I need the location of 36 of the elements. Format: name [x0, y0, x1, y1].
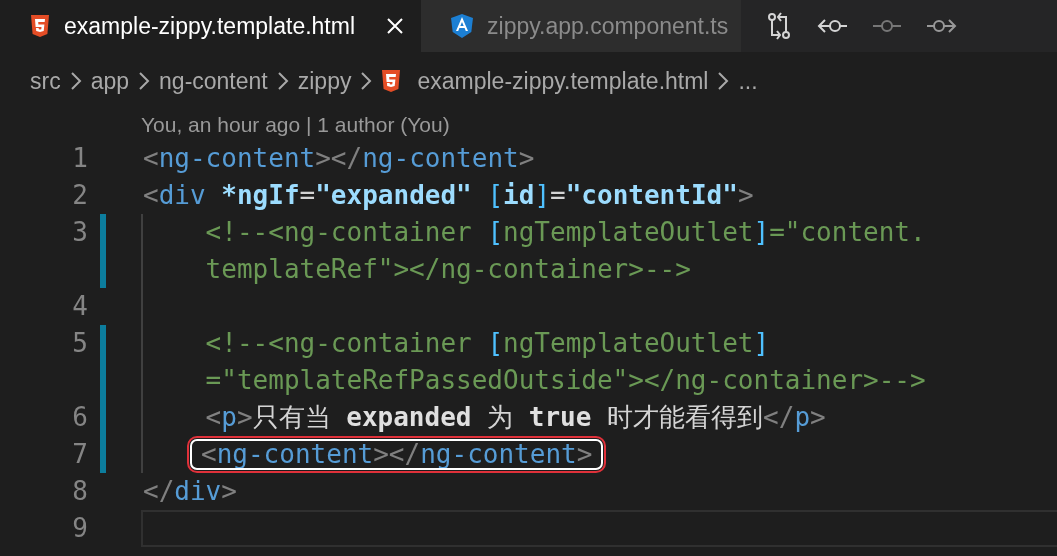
chevron-icon: [359, 71, 374, 91]
code-line: <p>只有当 expanded 为 true 时才能看得到</p>: [204, 401, 826, 434]
html5-icon: [30, 15, 50, 37]
editor-tab[interactable]: example-zippy.template.html: [0, 0, 422, 52]
highlighted-code-line: <ng-content></ng-content>: [187, 436, 607, 473]
close-icon[interactable]: [385, 16, 406, 36]
line-number: 2: [71, 179, 88, 212]
chevron-icon: [716, 71, 731, 91]
code-line: <ng-content></ng-content>: [143, 142, 535, 175]
code-line: templateRef"></ng-container>-->: [204, 253, 691, 286]
line-number: 6: [71, 401, 88, 434]
code-line: <!--<ng-container [ngTemplateOutlet]="content.: [204, 216, 926, 249]
line-number: 5: [71, 327, 88, 360]
line-number: 4: [71, 290, 88, 323]
breadcrumb-item[interactable]: src: [30, 67, 61, 95]
breadcrumb-item[interactable]: ...: [738, 67, 758, 95]
line-number: 1: [71, 142, 88, 175]
breadcrumb-item[interactable]: app: [90, 67, 130, 95]
angular-icon: [451, 14, 474, 38]
chevron-icon: [68, 71, 83, 91]
breadcrumb-item[interactable]: ng-content: [159, 67, 268, 95]
code-line: ="templateRefPassedOutside"></ng-container>-->: [204, 364, 926, 397]
codelens-text[interactable]: You, an hour ago | 1 author (You): [0, 110, 1057, 140]
html5-icon: [381, 70, 402, 92]
code-line: <div *ngIf="expanded" [id]="contentId">: [143, 179, 754, 212]
chevron-icon: [137, 71, 152, 91]
line-number: 9: [71, 512, 88, 545]
line-number: 8: [71, 475, 88, 508]
code-line: </div>: [143, 475, 237, 508]
breadcrumb-item[interactable]: zippy: [297, 67, 352, 95]
line-number: 3: [71, 216, 88, 249]
line-number: 7: [71, 438, 88, 471]
code-line: <!--<ng-container [ngTemplateOutlet]: [204, 327, 770, 360]
editor-tab[interactable]: zippy.app.component.ts: [421, 0, 742, 52]
breadcrumb-item[interactable]: example-zippy.template.html: [381, 67, 709, 95]
chevron-icon: [275, 71, 290, 91]
